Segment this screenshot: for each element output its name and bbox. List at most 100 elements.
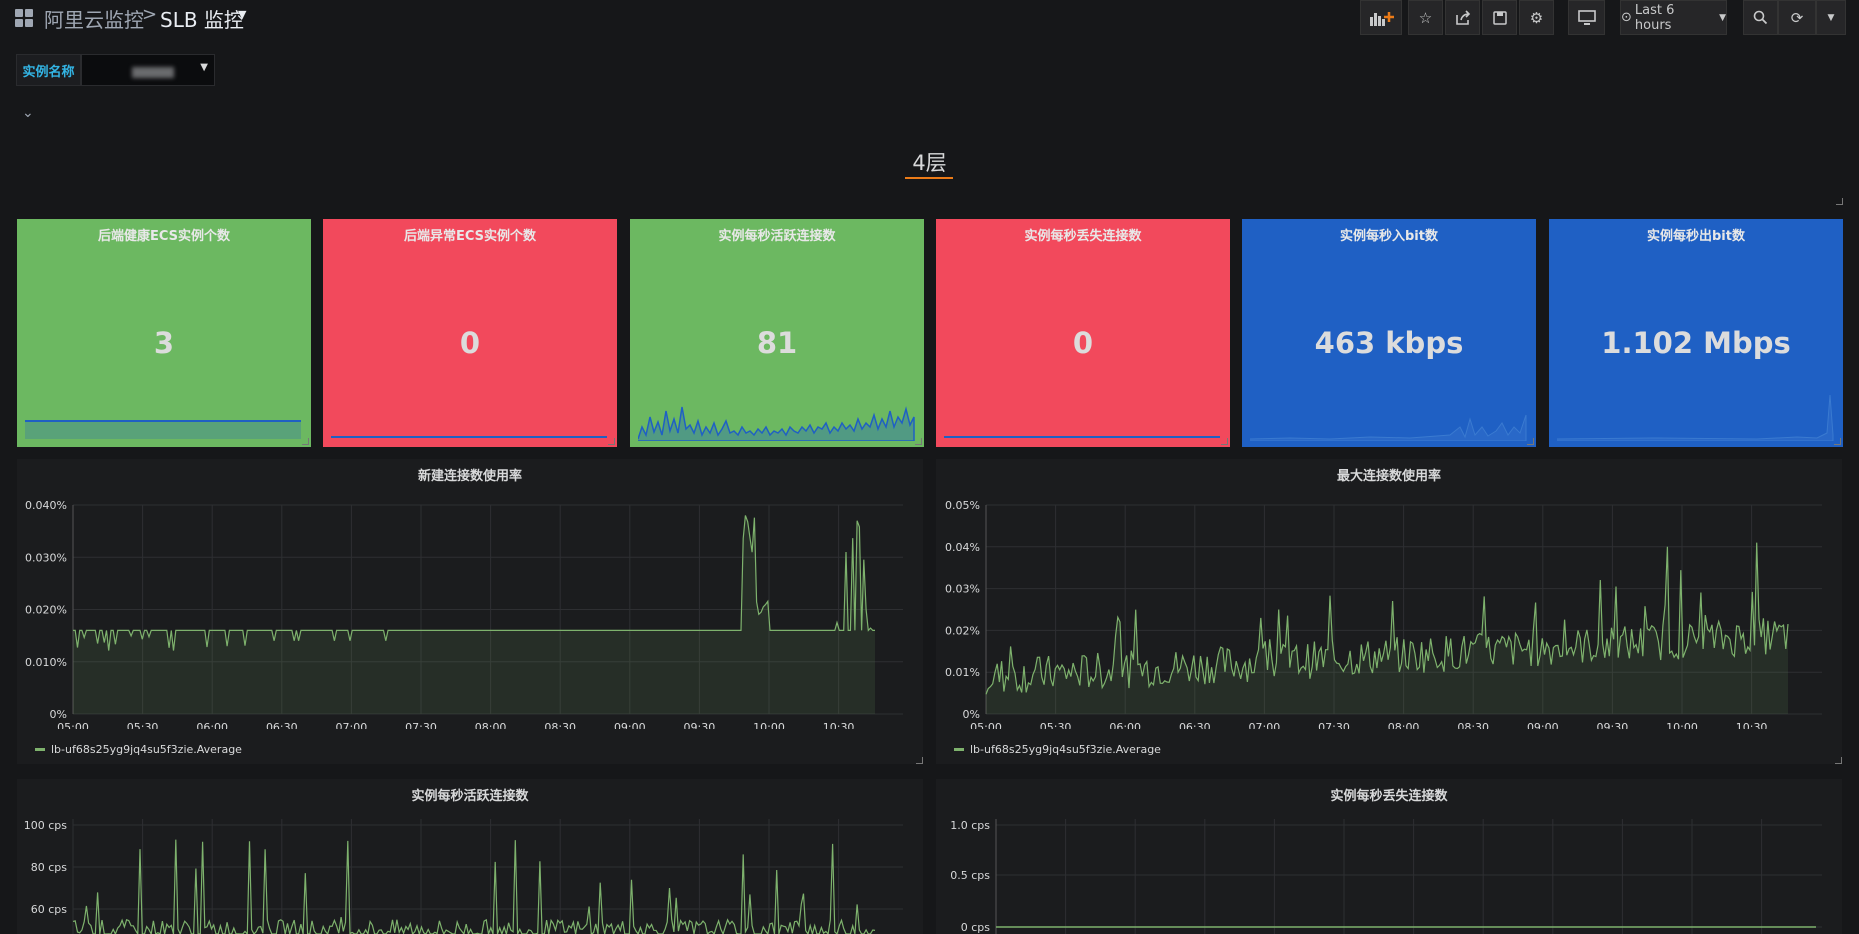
- stat-panel-inbound-bits[interactable]: 实例每秒入bit数 463 kbps: [1242, 219, 1536, 447]
- refresh-icon: ⟳: [1790, 8, 1804, 27]
- chevron-down-icon[interactable]: ▼: [238, 8, 246, 21]
- resize-handle[interactable]: [915, 438, 922, 445]
- breadcrumb-folder[interactable]: 阿里云监控: [44, 4, 144, 33]
- resize-handle[interactable]: [1835, 757, 1842, 764]
- row-collapse-chevron-icon[interactable]: ⌄: [22, 105, 34, 121]
- row-title[interactable]: 4层: [0, 147, 1859, 177]
- zoom-out-button[interactable]: [1743, 0, 1778, 35]
- variable-label-instance: 实例名称: [16, 54, 81, 86]
- star-icon: ☆: [1418, 8, 1433, 27]
- stat-title: 实例每秒丢失连接数: [1024, 229, 1142, 244]
- star-button[interactable]: ☆: [1408, 0, 1443, 35]
- resize-handle[interactable]: [916, 757, 923, 764]
- x-tick-label: 09:30: [1597, 721, 1629, 729]
- stat-value: 3: [153, 326, 175, 360]
- y-tick-label: 0.5 cps: [950, 869, 990, 882]
- stat-panel-healthy-ecs[interactable]: 后端健康ECS实例个数 3: [17, 219, 311, 447]
- stat-value: 463 kbps: [1314, 326, 1464, 360]
- share-button[interactable]: [1445, 0, 1480, 35]
- y-tick-label: 0.05%: [945, 499, 980, 512]
- x-tick-label: 05:30: [127, 721, 159, 729]
- settings-button[interactable]: ⚙: [1519, 0, 1554, 35]
- save-button[interactable]: [1482, 0, 1517, 35]
- redacted-instance-value: [132, 67, 174, 78]
- legend-item[interactable]: lb-uf68s25yg9jq4su5f3zie.Average: [35, 743, 242, 756]
- x-tick-label: 07:30: [1318, 721, 1350, 729]
- y-tick-label: 0.010%: [25, 656, 67, 669]
- stat-value: 1.102 Mbps: [1601, 326, 1791, 360]
- y-tick-label: 0%: [50, 708, 67, 721]
- x-tick-label: 10:00: [1666, 721, 1698, 729]
- instance-select[interactable]: ▼: [81, 54, 215, 86]
- x-tick-label: 10:30: [1736, 721, 1768, 729]
- legend-series-label: lb-uf68s25yg9jq4su5f3zie.Average: [970, 743, 1161, 756]
- graph-panel-active-connections[interactable]: 实例每秒活跃连接数 60 cps 80 cps 100 cps: [17, 779, 923, 934]
- add-panel-button[interactable]: [1360, 0, 1402, 35]
- x-tick-label: 08:00: [1388, 721, 1420, 729]
- zoom-out-icon: [1753, 10, 1768, 25]
- tv-mode-button[interactable]: [1568, 0, 1605, 35]
- resize-handle[interactable]: [1834, 438, 1841, 445]
- stat-panel-unhealthy-ecs[interactable]: 后端异常ECS实例个数 0: [323, 219, 617, 447]
- y-tick-label: 1.0 cps: [950, 819, 990, 832]
- add-panel-icon: [1370, 11, 1394, 26]
- y-tick-label: 0.030%: [25, 551, 67, 564]
- resize-handle[interactable]: [1221, 438, 1228, 445]
- x-tick-label: 07:30: [405, 721, 437, 729]
- sparkline: [1557, 394, 1834, 441]
- series-line: [72, 839, 876, 934]
- refresh-button[interactable]: ⟳: [1778, 0, 1816, 35]
- settings-icon: ⚙: [1529, 8, 1544, 27]
- stat-panel-dropped-connections[interactable]: 实例每秒丢失连接数 0: [936, 219, 1230, 447]
- sparkline: [331, 436, 607, 438]
- line-chart: 0% 0.010% 0.020% 0.030% 0.040% 05:00 05:30 06:0…: [25, 499, 903, 729]
- refresh-interval-button[interactable]: ▼: [1816, 0, 1846, 35]
- y-tick-label: 0.02%: [945, 624, 980, 637]
- top-navbar: 阿里云监控 > SLB 监控 ▼ ☆ ⚙ ⊙ Last 6 hours ▼ ⟳ …: [0, 0, 1859, 36]
- sparkline: [25, 420, 301, 439]
- sparkline: [944, 436, 1220, 438]
- x-tick-label: 09:30: [684, 721, 716, 729]
- x-tick-label: 10:30: [823, 721, 855, 729]
- stat-value: 0: [1072, 326, 1094, 360]
- line-chart: 0% 0.01% 0.02% 0.03% 0.04% 0.05% 05:00 05:30 06:…: [945, 499, 1822, 729]
- x-tick-label: 06:30: [1179, 721, 1211, 729]
- sparkline: [1250, 414, 1527, 441]
- chevron-down-icon: ▼: [1719, 12, 1726, 23]
- legend-series-label: lb-uf68s25yg9jq4su5f3zie.Average: [51, 743, 242, 756]
- resize-handle[interactable]: [1836, 198, 1843, 205]
- clock-icon: ⊙: [1621, 10, 1632, 25]
- x-tick-label: 07:00: [1249, 721, 1281, 729]
- refresh-interval-caret-icon: ▼: [1827, 12, 1835, 23]
- time-range-picker[interactable]: ⊙ Last 6 hours ▼: [1620, 0, 1727, 35]
- legend-item[interactable]: lb-uf68s25yg9jq4su5f3zie.Average: [954, 743, 1161, 756]
- save-icon: [1492, 10, 1507, 25]
- stat-title: 后端异常ECS实例个数: [403, 229, 537, 244]
- dashboards-grid-icon[interactable]: [14, 8, 34, 28]
- x-tick-label: 08:00: [475, 721, 507, 729]
- y-tick-label: 0.01%: [945, 666, 980, 679]
- stat-title: 后端健康ECS实例个数: [97, 229, 231, 244]
- dashboard-title[interactable]: SLB 监控: [160, 4, 244, 33]
- resize-handle[interactable]: [1527, 438, 1534, 445]
- line-chart: 60 cps 80 cps 100 cps: [24, 819, 903, 934]
- y-tick-label: 0%: [963, 708, 980, 721]
- graph-panel-max-connection-utilization[interactable]: 最大连接数使用率 0% 0.01% 0.02% 0.03% 0.04% 0.05% 05:0…: [936, 459, 1842, 764]
- chevron-down-icon: ▼: [200, 62, 208, 73]
- resize-handle[interactable]: [302, 438, 309, 445]
- graph-panel-dropped-connections[interactable]: 实例每秒丢失连接数 0 cps 0.5 cps 1.0 cps: [936, 779, 1842, 934]
- y-tick-label: 100 cps: [24, 819, 68, 832]
- x-tick-label: 09:00: [1527, 721, 1559, 729]
- stat-panel-outbound-bits[interactable]: 实例每秒出bit数 1.102 Mbps: [1549, 219, 1843, 447]
- legend-color-swatch: [954, 748, 964, 751]
- graph-panel-new-connection-utilization[interactable]: 新建连接数使用率 0% 0.010% 0.020% 0.030% 0.040% 05:00…: [17, 459, 923, 764]
- sparkline: [638, 406, 915, 441]
- resize-handle[interactable]: [608, 438, 615, 445]
- stat-title: 实例每秒出bit数: [1647, 229, 1745, 244]
- x-tick-label: 06:00: [196, 721, 228, 729]
- y-tick-label: 0 cps: [961, 921, 991, 934]
- x-tick-label: 05:00: [970, 721, 1002, 729]
- stat-title: 实例每秒活跃连接数: [718, 229, 836, 244]
- x-tick-label: 08:30: [544, 721, 576, 729]
- stat-panel-active-connections[interactable]: 实例每秒活跃连接数 81: [630, 219, 924, 447]
